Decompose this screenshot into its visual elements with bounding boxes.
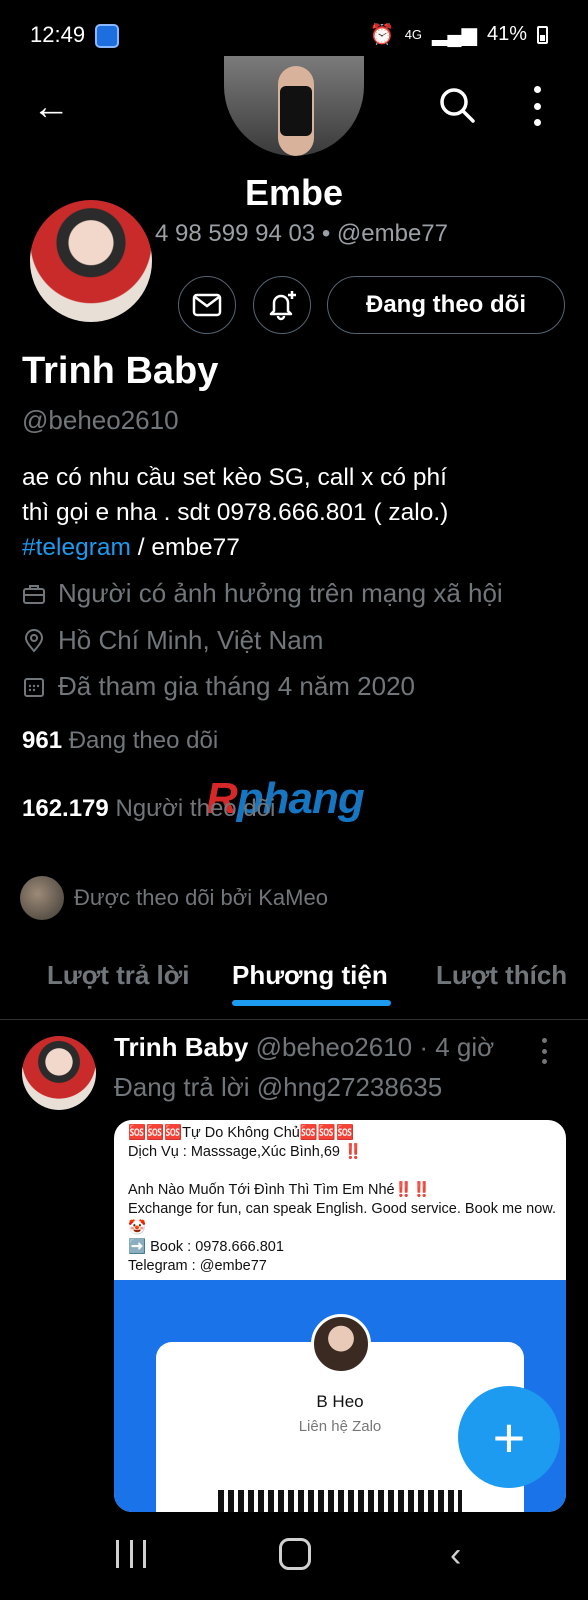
header-subtitle: 4 98 599 94 03 • @embe77 xyxy=(155,220,448,247)
active-tab-indicator xyxy=(232,1000,391,1006)
category-row: Người có ảnh hưởng trên mạng xã hội xyxy=(22,578,503,609)
post-author-name[interactable]: Trinh Baby xyxy=(114,1032,248,1062)
search-icon[interactable] xyxy=(438,86,476,124)
followed-by-row[interactable]: Được theo dõi bởi KaMeo xyxy=(20,876,328,920)
bio-hashtag-link[interactable]: #telegram xyxy=(22,534,131,561)
profile-name: Trinh Baby xyxy=(22,350,219,392)
followers-count-link[interactable]: 162.179 Người theo dõi xyxy=(22,795,275,823)
calendar-icon xyxy=(24,677,44,697)
card-avatar xyxy=(311,1314,371,1374)
following-label: Đang theo dõi xyxy=(68,727,219,754)
system-nav-bar: ‹ xyxy=(0,1512,588,1600)
battery-label: 41% xyxy=(486,23,527,45)
post-more-icon[interactable] xyxy=(542,1038,548,1064)
followers-label: Người theo dõi xyxy=(115,795,276,822)
header-avatar-image xyxy=(224,56,364,156)
following-count: 961 xyxy=(22,727,63,754)
joined-row: Đã tham gia tháng 4 năm 2020 xyxy=(22,671,415,702)
post-handle-time: @beheo2610 · 4 giờ xyxy=(255,1032,495,1062)
profile-handle: @beheo2610 xyxy=(22,405,179,435)
followers-count: 162.179 xyxy=(22,795,109,822)
signal-icon: ▂▄▆ xyxy=(432,24,477,46)
joined-text: Đã tham gia tháng 4 năm 2020 xyxy=(58,671,416,701)
post-author-avatar[interactable] xyxy=(22,1036,96,1110)
briefcase-icon xyxy=(23,584,45,604)
location-row: Hồ Chí Minh, Việt Nam xyxy=(22,625,323,656)
message-button[interactable] xyxy=(178,276,236,334)
tab-likes[interactable]: Lượt thích xyxy=(436,960,567,991)
compose-fab-button[interactable]: + xyxy=(458,1386,560,1488)
recents-icon[interactable] xyxy=(116,1540,146,1568)
app-notification-icon xyxy=(95,24,119,48)
profile-avatar[interactable] xyxy=(26,196,156,326)
bell-plus-icon xyxy=(269,291,296,321)
post-header: Trinh Baby @beheo2610 · 4 giờ xyxy=(114,1032,494,1063)
alarm-icon: ⏰ xyxy=(369,24,395,46)
status-indicators: ⏰ 4G ▂▄▆ 41% xyxy=(370,22,548,47)
tab-media[interactable]: Phương tiện xyxy=(232,960,388,991)
following-count-link[interactable]: 961 Đang theo dõi xyxy=(22,727,218,755)
profile-bio: ae có nhu cầu set kèo SG, call x có phí … xyxy=(22,460,542,565)
location-text: Hồ Chí Minh, Việt Nam xyxy=(58,625,324,655)
more-vertical-icon[interactable] xyxy=(532,86,542,126)
category-text: Người có ảnh hưởng trên mạng xã hội xyxy=(58,578,503,608)
status-time: 12:49 xyxy=(30,22,86,47)
network-label: 4G xyxy=(404,27,423,42)
following-button[interactable]: Đang theo dõi xyxy=(327,276,565,334)
tab-replies[interactable]: Lượt trả lời xyxy=(47,960,189,991)
qr-code xyxy=(218,1490,462,1512)
media-text: 🆘🆘🆘Tự Do Không Chủ🆘🆘🆘 Dịch Vụ : Masssage… xyxy=(128,1125,556,1274)
follower-avatar xyxy=(20,876,64,920)
followed-by-text: Được theo dõi bởi KaMeo xyxy=(74,885,328,910)
post-reply-to[interactable]: Đang trả lời @hng27238635 xyxy=(114,1072,442,1103)
home-icon[interactable] xyxy=(279,1538,311,1570)
bio-text: ae có nhu cầu set kèo SG, call x có phí … xyxy=(22,464,449,526)
back-arrow-icon[interactable]: ← xyxy=(32,88,70,126)
battery-icon xyxy=(537,25,548,44)
notify-button[interactable] xyxy=(253,276,311,334)
profile-tabs: Lượt trả lời Phương tiện Lượt thích xyxy=(0,940,588,1020)
bio-suffix: / embe77 xyxy=(130,534,240,561)
location-pin-icon xyxy=(24,628,44,653)
system-back-icon[interactable]: ‹ xyxy=(450,1538,461,1572)
mail-icon xyxy=(192,293,222,317)
